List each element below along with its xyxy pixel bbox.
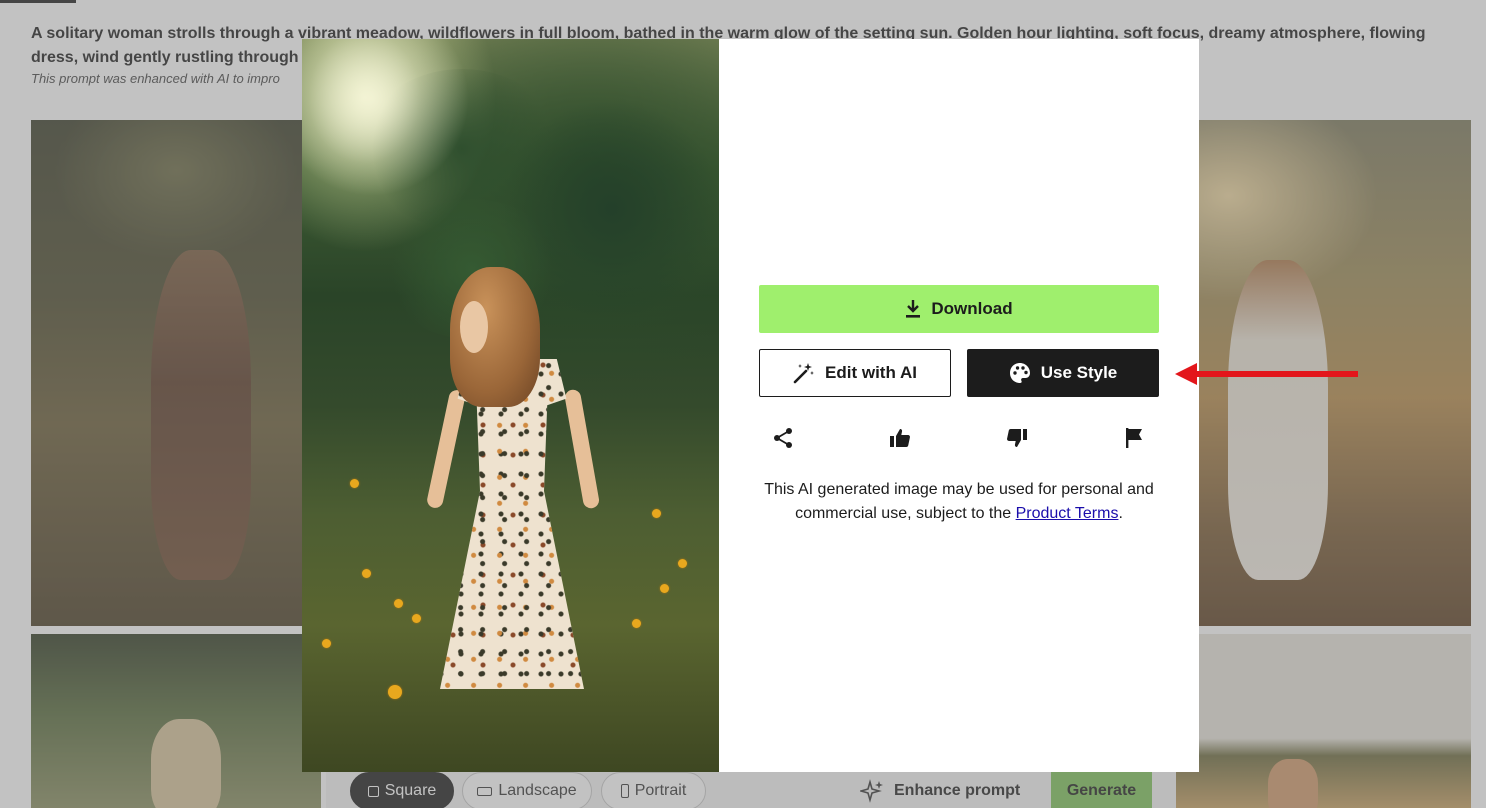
product-terms-link[interactable]: Product Terms bbox=[1016, 505, 1119, 522]
annotation-arrow-icon bbox=[1175, 363, 1358, 385]
thumbs-up-icon bbox=[890, 429, 910, 447]
dislike-button[interactable] bbox=[1002, 423, 1032, 453]
palette-icon bbox=[1009, 363, 1030, 383]
usage-terms-text: This AI generated image may be used for … bbox=[759, 478, 1159, 526]
use-style-label: Use Style bbox=[1040, 363, 1118, 382]
download-label: Download bbox=[931, 299, 1013, 318]
feedback-actions bbox=[759, 423, 1159, 453]
download-icon bbox=[906, 300, 921, 318]
usage-terms-period: . bbox=[1118, 505, 1123, 522]
edit-with-ai-button[interactable]: Edit with AI bbox=[759, 349, 951, 397]
like-button[interactable] bbox=[885, 423, 915, 453]
share-button[interactable] bbox=[768, 423, 798, 453]
use-style-button[interactable]: Use Style bbox=[967, 349, 1159, 397]
magic-wand-icon bbox=[793, 363, 815, 384]
download-button[interactable]: Download bbox=[759, 285, 1159, 333]
generated-image-preview bbox=[302, 39, 719, 772]
flag-icon bbox=[1126, 428, 1142, 448]
thumbs-down-icon bbox=[1007, 429, 1027, 447]
share-icon bbox=[774, 428, 792, 448]
image-detail-modal: Download Edit with AI Use Style This AI … bbox=[302, 39, 1199, 772]
edit-with-ai-label: Edit with AI bbox=[825, 363, 917, 382]
report-button[interactable] bbox=[1119, 423, 1149, 453]
image-actions-panel: Download Edit with AI Use Style This AI … bbox=[719, 39, 1199, 772]
